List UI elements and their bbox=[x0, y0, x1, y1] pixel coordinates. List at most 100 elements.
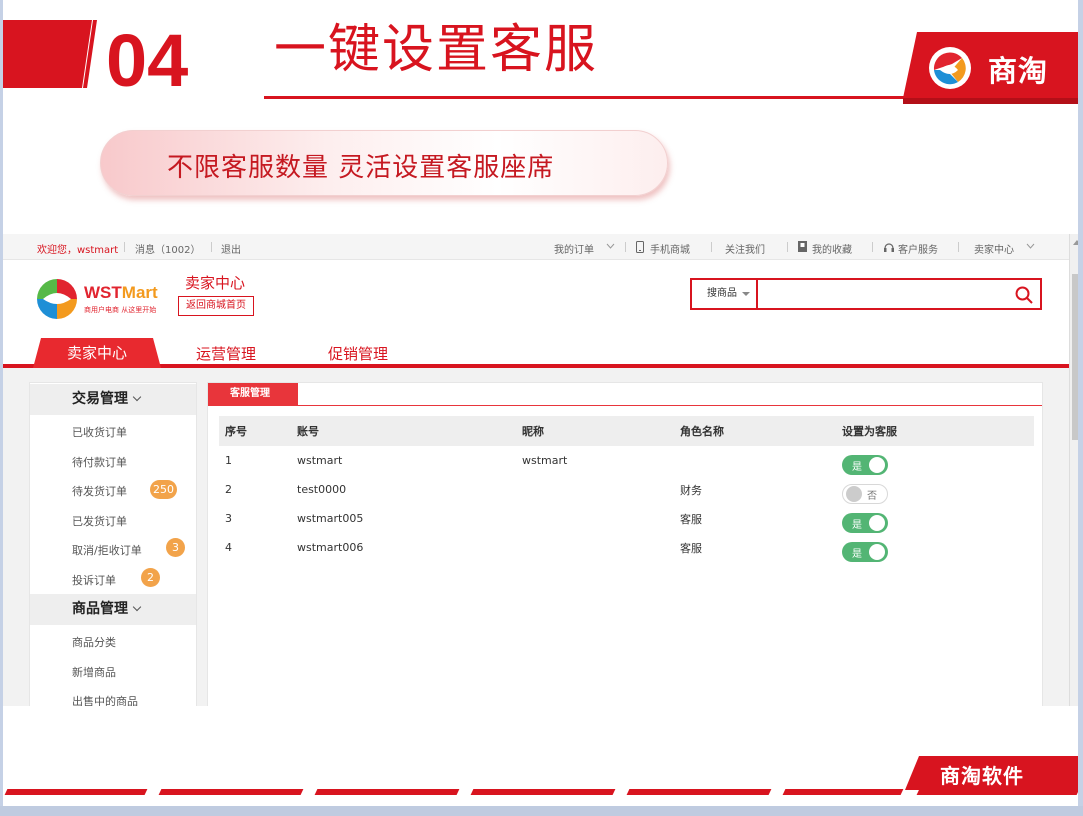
column-header: 账号 bbox=[291, 416, 516, 446]
sidebar-item-add-goods[interactable]: 新增商品 bbox=[72, 664, 116, 680]
cell-index: 2 bbox=[225, 483, 232, 496]
seller-center-link[interactable]: 卖家中心 bbox=[974, 241, 1014, 256]
footer-dash bbox=[158, 789, 304, 795]
subtitle-pill: 不限客服数量 灵活设置客服座席 bbox=[100, 130, 668, 196]
column-header: 角色名称 bbox=[674, 416, 836, 446]
headset-icon bbox=[884, 243, 894, 252]
seller-center-screenshot: 欢迎您，wstmart 消息（1002） 退出 我的订单 手机商城 关注我们 我… bbox=[3, 234, 1083, 706]
sidebar-item-to-ship-orders[interactable]: 待发货订单 bbox=[72, 483, 127, 499]
search-category-select[interactable]: 搜商品 bbox=[692, 280, 758, 308]
cell-index: 4 bbox=[225, 541, 232, 554]
tab-operations[interactable]: 运营管理 bbox=[196, 343, 256, 364]
tab-seller-center[interactable]: 卖家中心 bbox=[33, 338, 161, 368]
slide-number: 04 bbox=[106, 19, 189, 102]
toggle-label: 是 bbox=[852, 461, 862, 473]
count-badge: 250 bbox=[150, 480, 177, 499]
wordmark-part: WST bbox=[84, 283, 122, 302]
sidebar-item-unpaid-orders[interactable]: 待付款订单 bbox=[72, 454, 127, 470]
separator bbox=[711, 242, 712, 252]
bookmark-icon bbox=[798, 241, 807, 252]
service-toggle[interactable]: 是 bbox=[842, 541, 888, 562]
cell-nickname: wstmart bbox=[522, 454, 568, 467]
cell-account: wstmart006 bbox=[297, 541, 364, 554]
cell-role: 客服 bbox=[680, 541, 702, 555]
footer-dash bbox=[470, 789, 616, 795]
table-row: 4 wstmart006 客服 是 bbox=[219, 533, 1034, 562]
sidebar-item-cancelled-orders[interactable]: 取消/拒收订单 bbox=[72, 542, 142, 558]
toggle-knob bbox=[846, 485, 862, 502]
my-orders-link[interactable]: 我的订单 bbox=[554, 241, 594, 256]
top-bar: 欢迎您，wstmart 消息（1002） 退出 我的订单 手机商城 关注我们 我… bbox=[3, 234, 1069, 260]
service-toggle[interactable]: 否 bbox=[842, 483, 888, 504]
tab-promotions[interactable]: 促销管理 bbox=[328, 343, 388, 364]
separator bbox=[211, 242, 212, 252]
brand-name: 商淘 bbox=[988, 54, 1049, 88]
sidebar: 交易管理 已收货订单 待付款订单 待发货订单 250 已发货订单 取消/拒收订单… bbox=[29, 382, 197, 706]
welcome-text[interactable]: 欢迎您，wstmart bbox=[37, 241, 118, 256]
cell-nickname bbox=[516, 504, 674, 533]
cell-toggle: 是 bbox=[836, 533, 1034, 562]
footer-dash bbox=[916, 789, 1080, 795]
cell-nickname bbox=[516, 533, 674, 562]
brand-logo-icon bbox=[929, 47, 971, 89]
search-input[interactable] bbox=[762, 282, 1002, 306]
customer-service-table: 序号 账号 昵称 角色名称 设置为客服 1 wstmart wstmart 是 bbox=[219, 416, 1034, 562]
follow-us-link[interactable]: 关注我们 bbox=[725, 241, 765, 256]
sidebar-group-trade[interactable]: 交易管理 bbox=[30, 384, 196, 415]
toggle-label: 是 bbox=[852, 519, 862, 531]
cell-index: 1 bbox=[225, 454, 232, 467]
mobile-mall-link[interactable]: 手机商城 bbox=[650, 241, 690, 256]
sidebar-group-label: 交易管理 bbox=[72, 391, 128, 407]
search-box: 搜商品 bbox=[690, 278, 1042, 310]
corner-decoration bbox=[0, 20, 97, 88]
count-badge: 2 bbox=[141, 568, 160, 587]
footer-dash bbox=[314, 789, 460, 795]
toggle-knob bbox=[869, 543, 885, 560]
toggle-label: 否 bbox=[867, 490, 877, 502]
customer-service-panel: 客服管理 序号 账号 昵称 角色名称 设置为客服 1 wstmart wstma… bbox=[207, 382, 1043, 706]
separator bbox=[625, 242, 626, 252]
sidebar-item-shipped-orders[interactable]: 已发货订单 bbox=[72, 513, 127, 529]
chevron-down-icon bbox=[606, 243, 615, 249]
wordmark-part: Mart bbox=[121, 283, 158, 302]
table-row: 3 wstmart005 客服 是 bbox=[219, 504, 1034, 533]
back-home-button[interactable]: 返回商城首页 bbox=[178, 296, 254, 316]
tab-customer-service[interactable]: 客服管理 bbox=[208, 383, 298, 405]
cell-role: 客服 bbox=[680, 512, 702, 526]
slide-title: 一键设置客服 bbox=[274, 20, 599, 80]
logout-link[interactable]: 退出 bbox=[221, 241, 241, 256]
sidebar-item-complaint-orders[interactable]: 投诉订单 bbox=[72, 572, 116, 588]
sidebar-item-goods-category[interactable]: 商品分类 bbox=[72, 634, 116, 650]
sidebar-item-received-orders[interactable]: 已收货订单 bbox=[72, 424, 127, 440]
phone-icon bbox=[636, 241, 644, 253]
sidebar-group-label: 商品管理 bbox=[72, 601, 128, 617]
site-header: WSTMart 商用户电商 从这里开始 卖家中心 返回商城首页 搜商品 bbox=[3, 260, 1069, 338]
cell-account: test0000 bbox=[297, 483, 347, 496]
window-frame-right bbox=[1078, 0, 1083, 816]
footer-dash bbox=[626, 789, 772, 795]
customer-service-link[interactable]: 客户服务 bbox=[898, 241, 938, 256]
my-favorites-link[interactable]: 我的收藏 bbox=[812, 241, 852, 256]
cell-nickname bbox=[516, 475, 674, 504]
sidebar-group-goods[interactable]: 商品管理 bbox=[30, 594, 196, 625]
messages-link[interactable]: 消息（1002） bbox=[135, 241, 200, 256]
chevron-down-icon bbox=[132, 602, 142, 612]
cell-role bbox=[674, 446, 836, 475]
window-frame-left bbox=[0, 0, 3, 816]
wstmart-logo-icon[interactable] bbox=[35, 277, 79, 321]
separator bbox=[787, 242, 788, 252]
slide-header: 04 一键设置客服 商淘 不限客服数量 灵活设置客服座席 bbox=[0, 0, 1083, 230]
toggle-label: 是 bbox=[852, 548, 862, 560]
sidebar-item-on-sale-goods[interactable]: 出售中的商品 bbox=[72, 693, 138, 706]
service-toggle[interactable]: 是 bbox=[842, 512, 888, 533]
subtitle-text: 不限客服数量 灵活设置客服座席 bbox=[167, 153, 555, 183]
chevron-down-icon bbox=[132, 392, 142, 402]
main-nav: 卖家中心 运营管理 促销管理 bbox=[3, 338, 1069, 368]
footer-dash bbox=[782, 789, 904, 795]
cell-toggle: 是 bbox=[836, 446, 1034, 475]
cell-role: 财务 bbox=[680, 483, 702, 497]
service-toggle[interactable]: 是 bbox=[842, 454, 888, 475]
table-header-row: 序号 账号 昵称 角色名称 设置为客服 bbox=[219, 416, 1034, 446]
search-icon[interactable] bbox=[1014, 285, 1034, 305]
column-header: 设置为客服 bbox=[836, 416, 1034, 446]
